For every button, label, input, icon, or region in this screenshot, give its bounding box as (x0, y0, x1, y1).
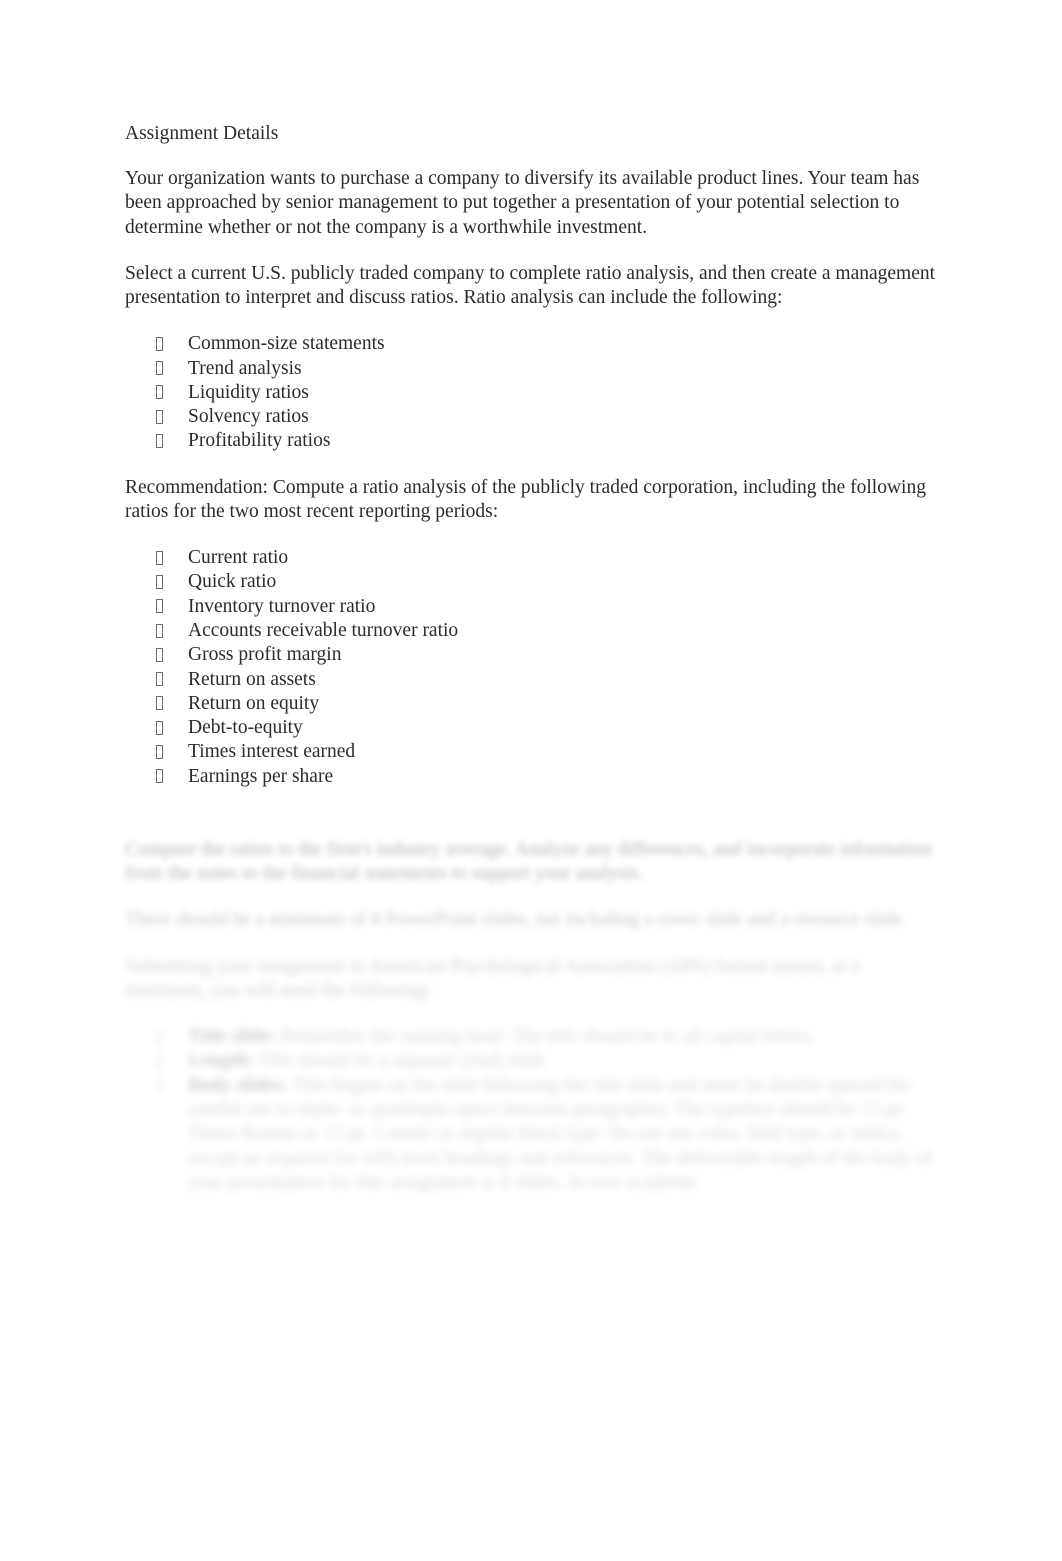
list-item: Times interest earned (125, 740, 937, 764)
apa-requirements-list: Title slide: Remember the running head. … (125, 1025, 940, 1195)
list-item-label: Quick ratio (188, 571, 277, 593)
list-item: Profitability ratios (125, 429, 937, 453)
missing-glyph-bullet-icon (156, 623, 163, 638)
list-item-label: Return on equity (188, 692, 320, 714)
list-item-label: Earnings per share (188, 765, 334, 787)
list-item: Title slide: Remember the running head. … (125, 1025, 940, 1049)
compare-ratios-paragraph: Compare the ratios to the firm's industr… (125, 839, 933, 885)
document-content: Assignment Details Your organization wan… (125, 122, 937, 811)
missing-glyph-bullet-icon (156, 1029, 163, 1044)
missing-glyph-bullet-icon (156, 385, 163, 400)
list-item-label: Common-size statements (188, 333, 385, 355)
list-item-lead: Length: (188, 1050, 255, 1072)
list-item: Quick ratio (125, 570, 937, 594)
list-item-label: Trend analysis (188, 357, 302, 379)
missing-glyph-bullet-icon (156, 550, 163, 565)
list-item: Return on assets (125, 668, 937, 692)
missing-glyph-bullet-icon (156, 599, 163, 614)
intro-paragraph: Your organization wants to purchase a co… (125, 168, 920, 238)
list-item-label: Times interest earned (188, 741, 356, 763)
missing-glyph-bullet-icon (156, 574, 163, 589)
missing-glyph-bullet-icon (156, 361, 163, 376)
missing-glyph-bullet-icon (156, 336, 163, 351)
list-item: Current ratio (125, 546, 937, 570)
list-item: Inventory turnover ratio (125, 595, 937, 619)
list-item: Body slides: This begins on the slide fo… (125, 1074, 940, 1195)
list-item-label: Inventory turnover ratio (188, 595, 376, 617)
list-item: Accounts receivable turnover ratio (125, 619, 937, 643)
list-item: Debt-to-equity (125, 716, 937, 740)
missing-glyph-bullet-icon (156, 409, 163, 424)
select-company-paragraph: Select a current U.S. publicly traded co… (125, 262, 936, 309)
list-item: Return on equity (125, 692, 937, 716)
missing-glyph-bullet-icon (156, 1078, 163, 1093)
list-item: Length: This should be a separate (2nd) … (125, 1049, 940, 1073)
list-item-label: Profitability ratios (188, 430, 331, 452)
list-item-label: Current ratio (188, 547, 289, 569)
list-item: Gross profit margin (125, 643, 937, 667)
missing-glyph-bullet-icon (156, 720, 163, 735)
missing-glyph-bullet-icon (156, 769, 163, 784)
list-item-label: Liquidity ratios (188, 381, 309, 403)
list-item-label: Return on assets (188, 668, 316, 690)
recommendation-paragraph: Recommendation: Compute a ratio analysis… (125, 476, 926, 522)
list-item-lead: Body slides: (188, 1074, 289, 1096)
list-item-label: This should be a separate (2nd) slide. (254, 1050, 550, 1072)
list-item: Trend analysis (125, 357, 937, 381)
missing-glyph-bullet-icon (156, 696, 163, 711)
list-item-label: Remember the running head. The title sho… (275, 1026, 817, 1048)
list-item: Solvency ratios (125, 405, 937, 429)
analysis-types-list: Common-size statements Trend analysis Li… (125, 332, 937, 453)
list-item-label: Solvency ratios (188, 406, 309, 428)
apa-format-paragraph: Submitting your assignment in American P… (125, 955, 860, 1001)
list-item-label: Debt-to-equity (188, 717, 303, 739)
ratios-list: Current ratio Quick ratio Inventory turn… (125, 546, 937, 789)
missing-glyph-bullet-icon (156, 744, 163, 759)
list-item-lead: Title slide: (188, 1026, 276, 1048)
list-item: Liquidity ratios (125, 381, 937, 405)
missing-glyph-bullet-icon (156, 1053, 163, 1068)
missing-glyph-bullet-icon (156, 433, 163, 448)
missing-glyph-bullet-icon (156, 672, 163, 687)
list-item-label: This begins on the slide following the t… (188, 1074, 932, 1193)
document-page: Assignment Details Your organization wan… (0, 0, 1062, 1561)
list-item-label: Gross profit margin (188, 644, 342, 666)
faded-section: Compare the ratios to the firm's industr… (125, 838, 940, 1195)
missing-glyph-bullet-icon (156, 647, 163, 662)
slide-count-paragraph: There should be a minimum of 8 PowerPoin… (125, 909, 907, 931)
list-item-label: Accounts receivable turnover ratio (188, 620, 459, 641)
list-item: Common-size statements (125, 332, 937, 356)
page-title: Assignment Details (125, 123, 279, 144)
list-item: Earnings per share (125, 765, 937, 789)
